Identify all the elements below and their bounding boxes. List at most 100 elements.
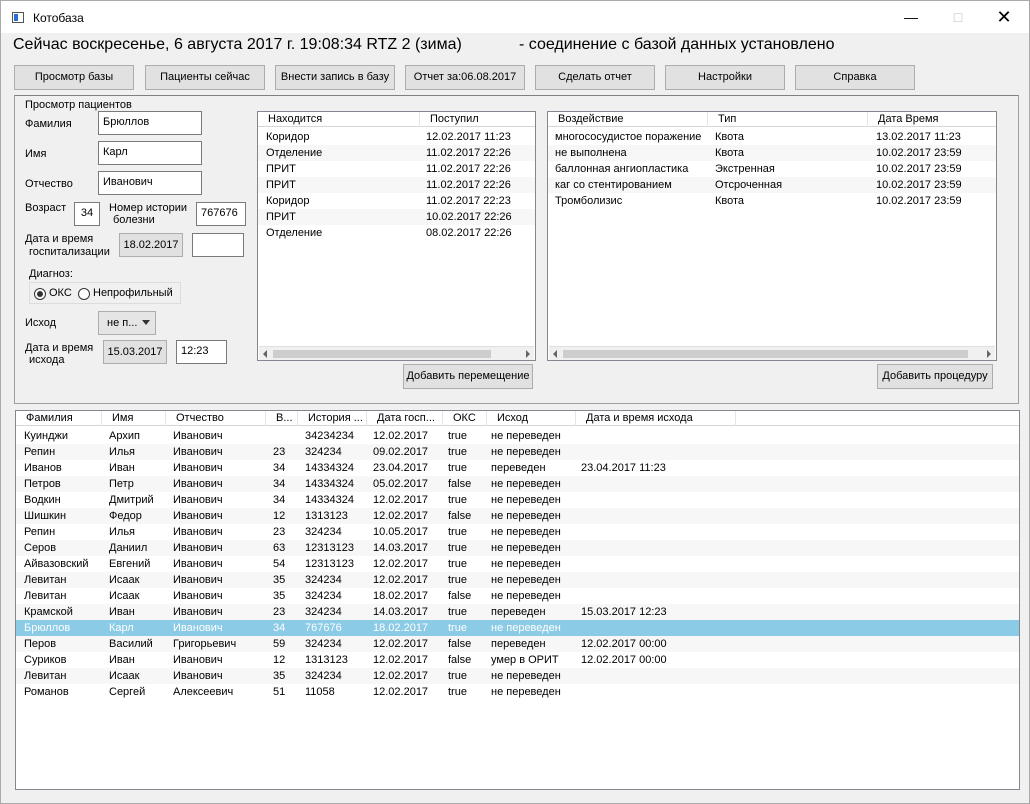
table-cell: 18.02.2017 [373, 590, 429, 602]
table-row[interactable]: Иванов Иван Иванович 34 14334324 23.04.2017 tr… [16, 460, 1019, 476]
table-row[interactable]: Шишкин Федор Иванович 12 1313123 12.02.2017 fa… [16, 508, 1019, 524]
add-procedure-button[interactable]: Добавить процедуру [877, 364, 993, 389]
table-cell: Даниил [109, 542, 148, 554]
outcome-select[interactable]: не п... [98, 311, 156, 335]
table-cell: Экстренная [715, 163, 775, 175]
table-row[interactable]: Перов Василий Григорьевич 59 324234 12.02.201… [16, 636, 1019, 652]
table-row[interactable]: Репин Илья Иванович 23 324234 10.05.2017 true н… [16, 524, 1019, 540]
diagnosis-label: Диагноз: [29, 268, 73, 280]
table-row[interactable]: Айвазовский Евгений Иванович 54 12313123 12.0… [16, 556, 1019, 572]
table-row[interactable]: Тромболизис Квота 10.02.2017 23:59 [548, 193, 996, 209]
table-cell: Иванович [173, 590, 223, 602]
hosp-time-field[interactable] [192, 233, 244, 257]
table-row[interactable]: Коридор 11.02.2017 22:23 [258, 193, 535, 209]
patients-col-surname[interactable]: Фамилия [16, 411, 102, 426]
scroll-left-icon[interactable] [263, 350, 267, 358]
table-row[interactable]: многососудистое поражение Квота 13.02.2017… [548, 129, 996, 145]
table-cell: Иванович [173, 446, 223, 458]
table-row[interactable]: Водкин Дмитрий Иванович 34 14334324 12.02.201… [16, 492, 1019, 508]
scroll-thumb[interactable] [273, 350, 491, 358]
table-row[interactable]: Отделение 08.02.2017 22:26 [258, 225, 535, 241]
settings-button[interactable]: Настройки [665, 65, 785, 90]
table-row[interactable]: Суриков Иван Иванович 12 1313123 12.02.2017 fa… [16, 652, 1019, 668]
help-button[interactable]: Справка [795, 65, 915, 90]
procedures-col-type[interactable]: Тип [708, 112, 868, 127]
report-date-button[interactable]: Отчет за:06.08.2017 [405, 65, 525, 90]
table-row[interactable]: Петров Петр Иванович 34 14334324 05.02.2017 fa… [16, 476, 1019, 492]
movements-hscrollbar[interactable] [259, 346, 534, 360]
table-cell: 35 [273, 590, 286, 602]
add-movement-button[interactable]: Добавить перемещение [403, 364, 533, 389]
table-row[interactable]: Левитан Исаак Иванович 35 324234 12.02.2017 tr… [16, 668, 1019, 684]
patients-now-button[interactable]: Пациенты сейчас [145, 65, 265, 90]
scroll-thumb[interactable] [563, 350, 968, 358]
patients-col-history[interactable]: История ... [298, 411, 367, 426]
patients-col-outcome[interactable]: Исход [487, 411, 576, 426]
scroll-right-icon[interactable] [987, 350, 991, 358]
table-row[interactable]: Левитан Исаак Иванович 35 324234 18.02.2017 fa… [16, 588, 1019, 604]
table-cell: переведен [491, 606, 546, 618]
procedures-col-action[interactable]: Воздействие [548, 112, 708, 127]
table-cell: баллонная ангиопластика [555, 163, 689, 175]
diagnosis-nonprofile-radio[interactable] [78, 288, 90, 300]
table-row[interactable]: не выполнена Квота 10.02.2017 23:59 [548, 145, 996, 161]
table-cell: 18.02.2017 [373, 622, 429, 634]
patients-col-name[interactable]: Имя [102, 411, 166, 426]
table-row[interactable]: Репин Илья Иванович 23 324234 09.02.2017 true н… [16, 444, 1019, 460]
table-row[interactable]: Отделение 11.02.2017 22:26 [258, 145, 535, 161]
hosp-date-field[interactable]: 18.02.2017 [119, 233, 183, 257]
patients-col-patronymic[interactable]: Отчество [166, 411, 266, 426]
procedures-col-datetime[interactable]: Дата Время [868, 112, 996, 127]
movements-col-location[interactable]: Находится [258, 112, 420, 127]
table-row[interactable]: Левитан Исаак Иванович 35 324234 12.02.2017 tr… [16, 572, 1019, 588]
patients-col-oks[interactable]: ОКС [443, 411, 487, 426]
name-field[interactable]: Карл [98, 141, 202, 165]
history-number-field[interactable]: 767676 [196, 202, 246, 226]
table-row[interactable]: ПРИТ 11.02.2017 22:26 [258, 177, 535, 193]
patients-table[interactable]: Фамилия Имя Отчество В... История ... Да… [15, 410, 1020, 790]
movements-col-arrived[interactable]: Поступил [420, 112, 535, 127]
outcome-time-field[interactable]: 12:23 [176, 340, 227, 364]
patients-col-hosp-date[interactable]: Дата госп... [367, 411, 443, 426]
table-cell: true [448, 430, 467, 442]
minimize-icon[interactable]: — [888, 1, 934, 33]
maximize-icon[interactable]: □ [935, 1, 981, 33]
table-row[interactable]: Крамской Иван Иванович 23 324234 14.03.2017 tr… [16, 604, 1019, 620]
outcome-date-field[interactable]: 15.03.2017 [103, 340, 167, 364]
age-field[interactable]: 34 [74, 202, 100, 226]
table-cell: Иван [109, 654, 135, 666]
table-cell: 11.02.2017 22:23 [426, 195, 511, 207]
table-row[interactable]: баллонная ангиопластика Экстренная 10.02.2… [548, 161, 996, 177]
procedures-table[interactable]: Воздействие Тип Дата Время многососудист… [547, 111, 997, 361]
table-cell: Коридор [266, 195, 310, 207]
patronymic-field[interactable]: Иванович [98, 171, 202, 195]
procedures-hscrollbar[interactable] [549, 346, 995, 360]
table-row[interactable]: Коридор 12.02.2017 11:23 [258, 129, 535, 145]
patients-col-age[interactable]: В... [266, 411, 298, 426]
table-row[interactable]: ПРИТ 11.02.2017 22:26 [258, 161, 535, 177]
view-database-button[interactable]: Просмотр базы [14, 65, 134, 90]
table-row[interactable]: Серов Даниил Иванович 63 12313123 14.03.2017 t… [16, 540, 1019, 556]
diagnosis-radio-group: ОКС Непрофильный [29, 282, 181, 304]
table-row[interactable]: ПРИТ 10.02.2017 22:26 [258, 209, 535, 225]
table-cell: 35 [273, 574, 286, 586]
close-icon[interactable]: ✕ [981, 1, 1027, 33]
table-row[interactable]: Куинджи Архип Иванович 34234234 12.02.2017 tr… [16, 428, 1019, 444]
add-record-button[interactable]: Внести запись в базу [275, 65, 395, 90]
table-cell: умер в ОРИТ [491, 654, 559, 666]
table-cell: Григорьевич [173, 638, 237, 650]
procedures-header: Воздействие Тип Дата Время [548, 112, 996, 127]
table-row[interactable]: каг со стентированием Отсроченная 10.02.20… [548, 177, 996, 193]
table-row[interactable]: Брюллов Карл Иванович 34 767676 18.02.2017 tru… [16, 620, 1019, 636]
table-row[interactable]: Романов Сергей Алексеевич 51 11058 12.02.2017… [16, 684, 1019, 700]
surname-field[interactable]: Брюллов [98, 111, 202, 135]
name-label: Имя [25, 148, 47, 160]
diagnosis-oks-radio[interactable] [34, 288, 46, 300]
make-report-button[interactable]: Сделать отчет [535, 65, 655, 90]
table-cell: ПРИТ [266, 163, 296, 175]
scroll-left-icon[interactable] [553, 350, 557, 358]
movements-table[interactable]: Находится Поступил Коридор 12.02.2017 11:… [257, 111, 536, 361]
scroll-right-icon[interactable] [526, 350, 530, 358]
patients-col-outcome-datetime[interactable]: Дата и время исхода [576, 411, 736, 426]
table-cell: 324234 [305, 526, 342, 538]
